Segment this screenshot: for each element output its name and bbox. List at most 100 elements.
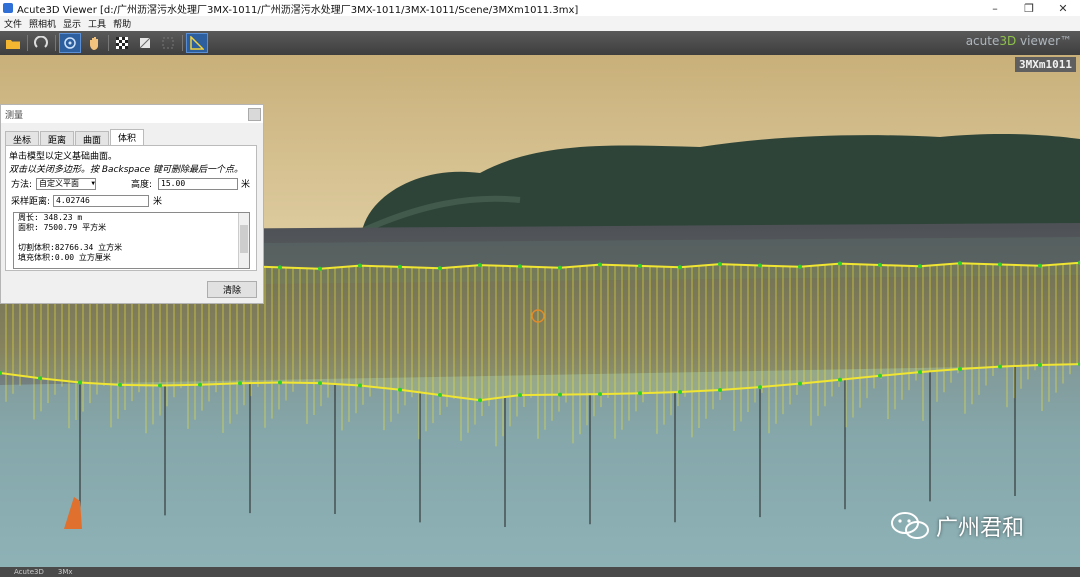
pan-hand-icon[interactable]	[84, 34, 104, 52]
measure-point	[38, 376, 42, 381]
measure-point	[358, 383, 362, 388]
sample-unit: 米	[153, 197, 163, 207]
clear-button[interactable]: 清除	[207, 281, 257, 298]
measure-point	[598, 392, 602, 397]
measure-point	[318, 266, 322, 271]
measure-point	[478, 263, 482, 268]
measure-point	[758, 385, 762, 390]
status-left: Acute3D	[14, 568, 44, 576]
measure-point	[998, 364, 1002, 369]
height-unit: 米	[241, 180, 251, 190]
measure-point	[638, 391, 642, 396]
measure-point	[918, 370, 922, 375]
method-select[interactable]: 自定义平面 ▼	[36, 177, 97, 190]
orbit-icon[interactable]	[59, 33, 81, 53]
measure-point	[438, 393, 442, 397]
minimize-button[interactable]: –	[978, 0, 1012, 16]
measure-ruler-icon[interactable]	[186, 33, 208, 53]
instruction-hint: 双击以关闭多边形。按 Backspace 键可删除最后一个点。	[9, 165, 243, 175]
maximize-button[interactable]: ❐	[1012, 0, 1046, 16]
menu-tools[interactable]: 工具	[88, 17, 106, 30]
sample-label: 采样距离:	[11, 197, 51, 207]
measure-point	[878, 263, 882, 267]
height-input[interactable]: 15.00	[158, 177, 239, 190]
menu-display[interactable]: 显示	[63, 17, 81, 30]
measure-point	[278, 265, 282, 270]
menu-help[interactable]: 帮助	[113, 17, 131, 30]
measure-point	[118, 382, 122, 387]
toolbar: acute3D viewer™	[0, 31, 1080, 55]
menu-bar: 文件 照相机 显示 工具 帮助	[0, 16, 1080, 31]
measure-point	[518, 393, 522, 398]
brand-logo: acute3D viewer™	[965, 34, 1072, 48]
measure-point	[518, 264, 522, 269]
close-button[interactable]: ✕	[1046, 0, 1080, 16]
3d-viewport[interactable]: 3MXm1011 测量 坐标 距离 曲面 体积 单击模型以定义基础曲面。 双击以…	[0, 55, 1080, 577]
panel-title: 测量	[1, 105, 263, 123]
watermark: 广州君和	[890, 510, 1024, 542]
fill-volume-result: 填充体积:0.00 立方厘米	[18, 253, 111, 262]
reset-view-icon[interactable]	[31, 34, 51, 52]
open-folder-icon[interactable]	[3, 34, 23, 52]
title-bar: Acute3D Viewer [d:/广州沥滘污水处理厂3MX-1011/广州沥…	[0, 0, 1080, 16]
square-icon[interactable]	[135, 34, 155, 52]
measure-point	[638, 263, 642, 268]
wechat-logo-icon	[891, 512, 929, 539]
measure-point	[678, 265, 682, 270]
measure-point	[958, 367, 962, 371]
toolbar-divider	[27, 35, 28, 51]
measure-point	[718, 388, 722, 392]
menu-file[interactable]: 文件	[4, 17, 22, 30]
watermark-text: 广州君和	[936, 516, 1025, 541]
toolbar-divider	[108, 35, 109, 51]
height-label: 高度:	[131, 180, 153, 190]
measure-point	[838, 261, 842, 266]
measure-point	[278, 380, 282, 385]
tab-distance[interactable]: 距离	[40, 131, 75, 146]
grid-icon[interactable]	[158, 34, 178, 52]
measure-point	[238, 381, 242, 386]
panel-close-button[interactable]	[248, 108, 261, 121]
measure-point	[838, 377, 842, 382]
measure-point	[558, 265, 562, 270]
sample-row: 采样距离: 4.02746 米	[11, 194, 162, 207]
window-title: Acute3D Viewer [d:/广州沥滘污水处理厂3MX-1011/广州沥…	[17, 4, 579, 16]
measure-point	[358, 263, 362, 268]
tab-volume[interactable]: 体积	[110, 129, 145, 145]
perimeter-result: 周长: 348.23 m	[18, 213, 83, 222]
tab-coordinates[interactable]: 坐标	[5, 131, 40, 146]
tab-surface[interactable]: 曲面	[75, 131, 110, 146]
scene-name-label: 3MXm1011	[1015, 57, 1076, 72]
measure-tabs: 坐标 距离 曲面 体积	[5, 129, 145, 146]
checker-icon[interactable]	[112, 34, 132, 52]
status-bar: Acute3D 3Mx	[0, 567, 1080, 577]
measure-point	[718, 262, 722, 267]
menu-camera[interactable]: 照相机	[29, 17, 56, 30]
app-icon	[3, 3, 13, 13]
toolbar-divider	[55, 35, 56, 51]
measure-point	[918, 264, 922, 269]
measure-point	[598, 262, 602, 267]
method-label: 方法:	[11, 180, 33, 190]
results-scrollbar[interactable]	[238, 213, 249, 268]
window-controls: – ❐ ✕	[978, 0, 1080, 16]
results-textbox[interactable]: 周长: 348.23 m 面积: 7500.79 平方米 切割体积:82766.…	[13, 212, 250, 269]
measure-point	[78, 380, 82, 385]
instruction-text: 单击模型以定义基础曲面。	[9, 152, 118, 162]
measure-panel: 测量 坐标 距离 曲面 体积 单击模型以定义基础曲面。 双击以关闭多边形。按 B…	[0, 104, 264, 304]
status-right: 3Mx	[57, 568, 73, 576]
measure-point	[318, 381, 322, 386]
measure-point	[198, 382, 202, 387]
sample-distance-input[interactable]: 4.02746	[53, 194, 150, 207]
measure-point	[958, 261, 962, 266]
measure-point	[998, 262, 1002, 267]
measure-point	[798, 381, 802, 386]
measure-point	[1038, 263, 1042, 268]
method-row: 方法: 自定义平面 ▼	[11, 177, 97, 190]
measure-point	[398, 264, 402, 269]
measure-point	[798, 264, 802, 269]
height-row: 高度: 15.00 米	[131, 177, 250, 190]
measure-point	[678, 390, 682, 394]
measure-point	[878, 373, 882, 378]
toolbar-divider	[182, 35, 183, 51]
